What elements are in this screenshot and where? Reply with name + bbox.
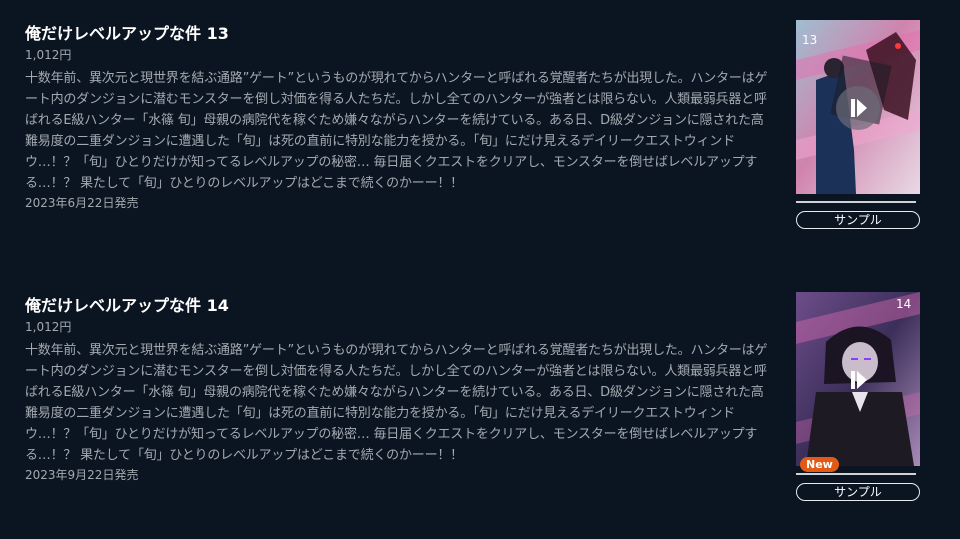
sample-button[interactable]: サンプル	[796, 211, 920, 229]
product-description: 十数年前、異次元と現世界を結ぶ通路”ゲート”というものが現れてからハンターと呼ば…	[25, 71, 768, 191]
product-price: 1,012円	[25, 48, 72, 62]
book-cover-14[interactable]: 14	[796, 292, 920, 466]
cover-progress-bar	[796, 473, 916, 475]
product-title[interactable]: 俺だけレベルアップな件 13	[25, 20, 229, 44]
page: 俺だけレベルアップな件 13 1,012円 十数年前、異次元と現世界を結ぶ通路”…	[0, 0, 960, 539]
release-date: 2023年6月22日発売	[25, 196, 139, 210]
sample-button[interactable]: サンプル	[796, 483, 920, 501]
product-description: 十数年前、異次元と現世界を結ぶ通路”ゲート”というものが現れてからハンターと呼ば…	[25, 343, 768, 463]
new-badge: New	[800, 457, 839, 472]
cover-volume-number: 14	[896, 297, 911, 311]
cover-progress-bar	[796, 201, 916, 203]
cover-art: 14	[796, 292, 920, 466]
product-price: 1,012円	[25, 320, 72, 334]
cover-art: 13	[796, 20, 920, 194]
cover-volume-number: 13	[802, 33, 817, 47]
product-title[interactable]: 俺だけレベルアップな件 14	[25, 292, 229, 316]
book-cover-13[interactable]: 13	[796, 20, 920, 194]
release-date: 2023年9月22日発売	[25, 468, 139, 482]
